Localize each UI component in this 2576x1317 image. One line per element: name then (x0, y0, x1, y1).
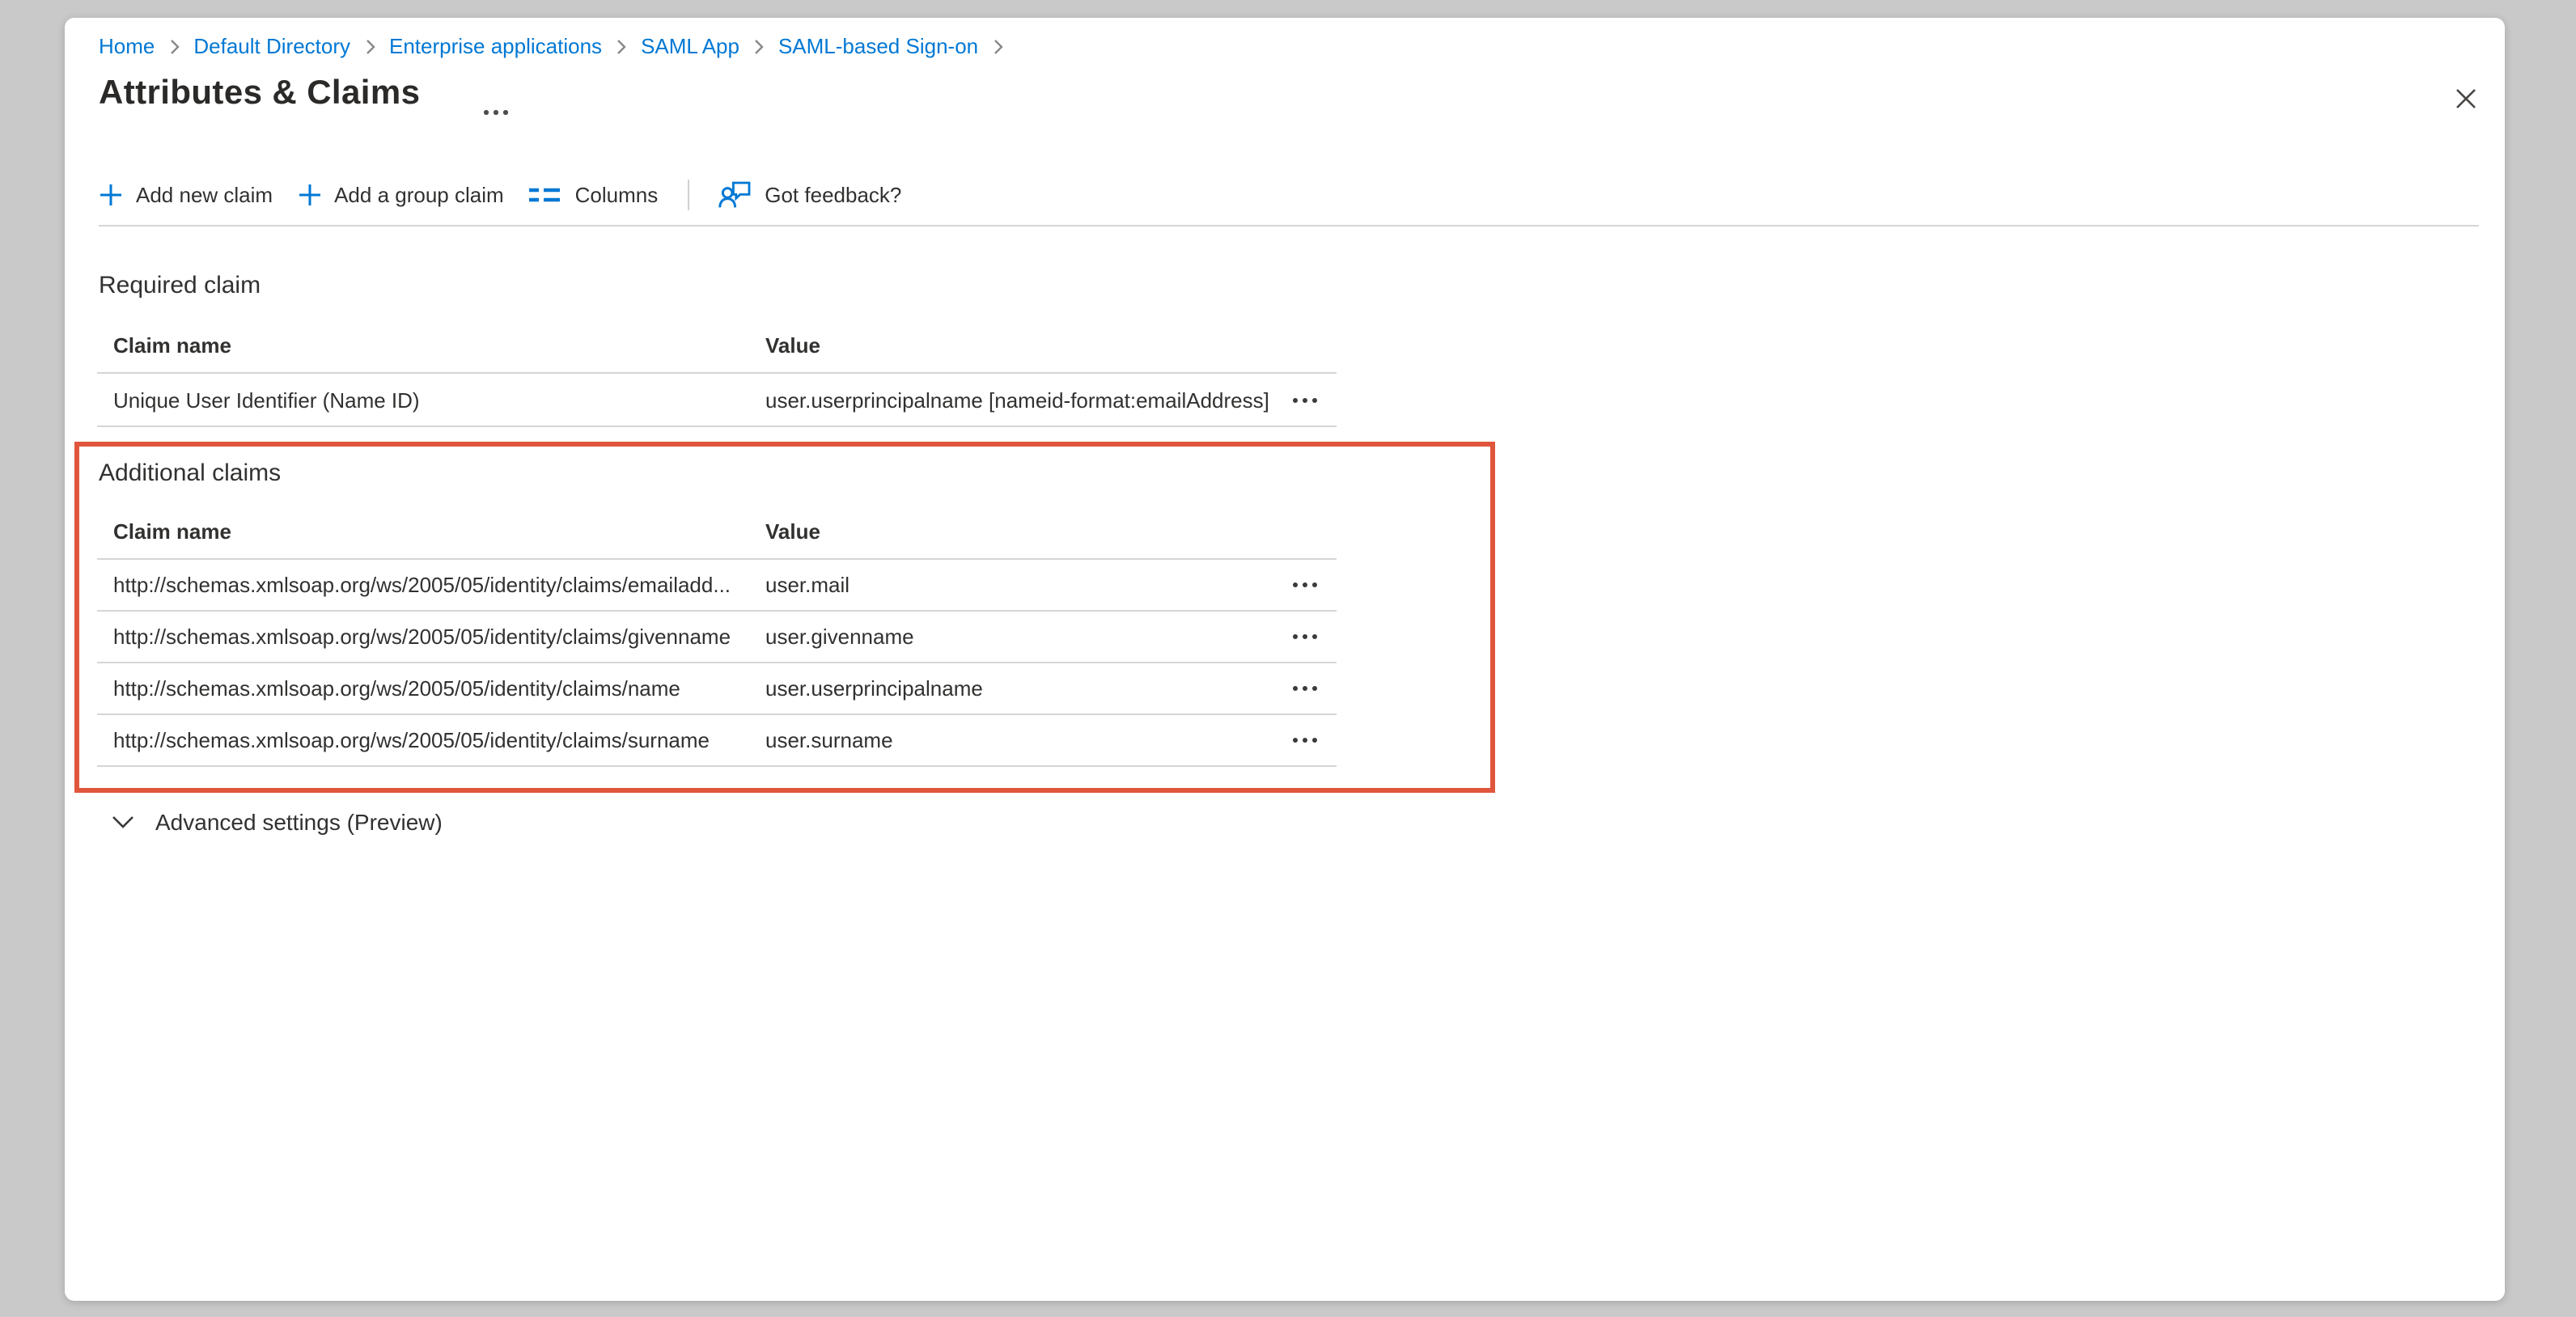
claim-value-cell: user.surname (765, 728, 1272, 752)
claim-name-column-header: Claim name (113, 519, 765, 543)
command-bar: Add new claim Add a group claim Columns (87, 175, 914, 214)
required-claim-table: Claim name Value Unique User Identifier … (97, 319, 1337, 427)
claim-name-cell: Unique User Identifier (Name ID) (113, 387, 765, 412)
screen: Home Default Directory Enterprise applic… (0, 0, 2576, 1317)
breadcrumb-home[interactable]: Home (99, 34, 155, 58)
row-more-options-button[interactable] (1286, 728, 1323, 752)
claim-name-column-header: Claim name (113, 333, 765, 358)
chevron-right-icon (993, 38, 1002, 54)
breadcrumb-saml-app[interactable]: SAML App (641, 34, 739, 58)
columns-label: Columns (575, 182, 659, 206)
chevron-right-icon (365, 38, 375, 54)
row-more-options-button[interactable] (1286, 625, 1323, 649)
breadcrumb-saml-based-sign-on[interactable]: SAML-based Sign-on (778, 34, 978, 58)
feedback-icon (718, 180, 750, 208)
breadcrumb: Home Default Directory Enterprise applic… (99, 34, 1002, 58)
chevron-right-icon (169, 38, 179, 54)
close-blade-button[interactable] (2447, 79, 2485, 118)
row-more-options-button[interactable] (1286, 676, 1323, 701)
add-new-claim-label: Add new claim (136, 182, 273, 206)
table-header-row: Claim name Value (97, 319, 1337, 374)
additional-claims-heading: Additional claims (99, 459, 281, 487)
got-feedback-label: Got feedback? (765, 182, 901, 206)
table-row[interactable]: http://schemas.xmlsoap.org/ws/2005/05/id… (97, 560, 1337, 612)
toolbar-divider (99, 225, 2479, 227)
row-more-options-button[interactable] (1286, 573, 1323, 597)
close-icon (2455, 87, 2477, 110)
claim-value-cell: user.userprincipalname [nameid-format:em… (765, 387, 1272, 412)
table-row[interactable]: http://schemas.xmlsoap.org/ws/2005/05/id… (97, 612, 1337, 663)
table-row[interactable]: http://schemas.xmlsoap.org/ws/2005/05/id… (97, 715, 1337, 767)
breadcrumb-default-directory[interactable]: Default Directory (193, 34, 350, 58)
claim-value-cell: user.givenname (765, 625, 1272, 649)
chevron-right-icon (616, 38, 626, 54)
add-group-claim-label: Add a group claim (334, 182, 504, 206)
chevron-down-icon (112, 815, 134, 828)
columns-button[interactable]: Columns (517, 175, 672, 214)
claim-name-cell: http://schemas.xmlsoap.org/ws/2005/05/id… (113, 676, 765, 701)
chevron-right-icon (754, 38, 764, 54)
claim-name-cell: http://schemas.xmlsoap.org/ws/2005/05/id… (113, 728, 765, 752)
advanced-settings-label: Advanced settings (Preview) (155, 809, 443, 835)
plus-icon (299, 184, 320, 205)
columns-icon (530, 184, 561, 205)
add-group-claim-button[interactable]: Add a group claim (286, 175, 517, 214)
claim-value-cell: user.userprincipalname (765, 676, 1272, 701)
table-row[interactable]: Unique User Identifier (Name ID) user.us… (97, 374, 1337, 427)
plus-icon (100, 184, 121, 205)
claim-value-cell: user.mail (765, 573, 1272, 597)
add-new-claim-button[interactable]: Add new claim (87, 175, 286, 214)
row-more-options-button[interactable] (1286, 387, 1323, 412)
title-more-options-button[interactable] (484, 110, 508, 114)
table-row[interactable]: http://schemas.xmlsoap.org/ws/2005/05/id… (97, 663, 1337, 715)
got-feedback-button[interactable]: Got feedback? (705, 175, 914, 214)
claim-name-cell: http://schemas.xmlsoap.org/ws/2005/05/id… (113, 573, 765, 597)
toolbar-separator (687, 179, 688, 210)
table-header-row: Claim name Value (97, 503, 1337, 560)
breadcrumb-enterprise-applications[interactable]: Enterprise applications (389, 34, 602, 58)
page-title: Attributes & Claims (99, 74, 420, 113)
claim-name-cell: http://schemas.xmlsoap.org/ws/2005/05/id… (113, 625, 765, 649)
value-column-header: Value (765, 333, 1272, 358)
advanced-settings-expander[interactable]: Advanced settings (Preview) (112, 809, 443, 835)
required-claim-heading: Required claim (99, 272, 261, 299)
attributes-claims-blade: Home Default Directory Enterprise applic… (65, 18, 2505, 1301)
value-column-header: Value (765, 519, 1272, 543)
additional-claims-table: Claim name Value http://schemas.xmlsoap.… (97, 503, 1337, 767)
